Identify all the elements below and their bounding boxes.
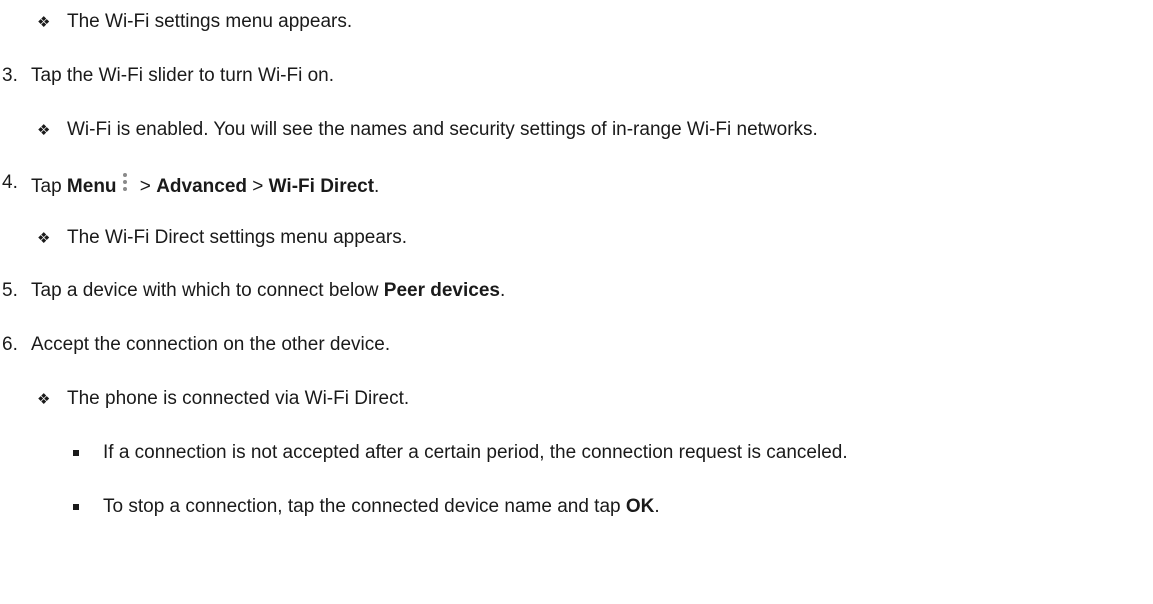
ok-label: OK [625,496,655,517]
result-text: The phone is connected via Wi-Fi Direct. [67,388,410,409]
separator: > [134,176,157,197]
text: To stop a connection, tap the connected … [103,496,626,517]
text: Tap a device with which to connect below [31,280,384,301]
step-text: Accept the connection on the other devic… [31,334,391,355]
square-bullet-icon [73,450,79,456]
result-text: Wi-Fi is enabled. You will see the names… [67,119,818,140]
step-number: 6. [2,334,18,355]
note-text: If a connection is not accepted after a … [103,442,848,463]
period: . [654,496,660,517]
result-text: The Wi-Fi settings menu appears. [67,11,353,32]
diamond-bullet-icon: ❖ [37,13,51,31]
period: . [374,176,380,197]
note-text: To stop a connection, tap the connected … [103,496,660,518]
advanced-label: Advanced [156,176,247,197]
result-text: The Wi-Fi Direct settings menu appears. [67,227,408,248]
separator: > [247,176,269,197]
square-bullet-icon [73,504,79,510]
text-tap: Tap [31,176,67,197]
step-text: Tap a device with which to connect below… [31,280,505,302]
period: . [499,280,506,301]
menu-label: Menu [66,176,117,197]
diamond-bullet-icon: ❖ [37,229,51,247]
step-number: 3. [2,65,18,86]
step-number: 4. [2,172,18,193]
step-number: 5. [2,280,18,301]
vertical-dots-menu-icon [121,172,129,194]
step-text: Tap the Wi-Fi slider to turn Wi-Fi on. [31,65,335,86]
diamond-bullet-icon: ❖ [37,390,51,408]
wifi-direct-label: Wi-Fi Direct [268,176,375,197]
step-text: Tap Menu > Advanced > Wi-Fi Direct. [31,172,379,198]
diamond-bullet-icon: ❖ [37,121,51,139]
peer-devices-label: Peer devices [383,280,500,301]
